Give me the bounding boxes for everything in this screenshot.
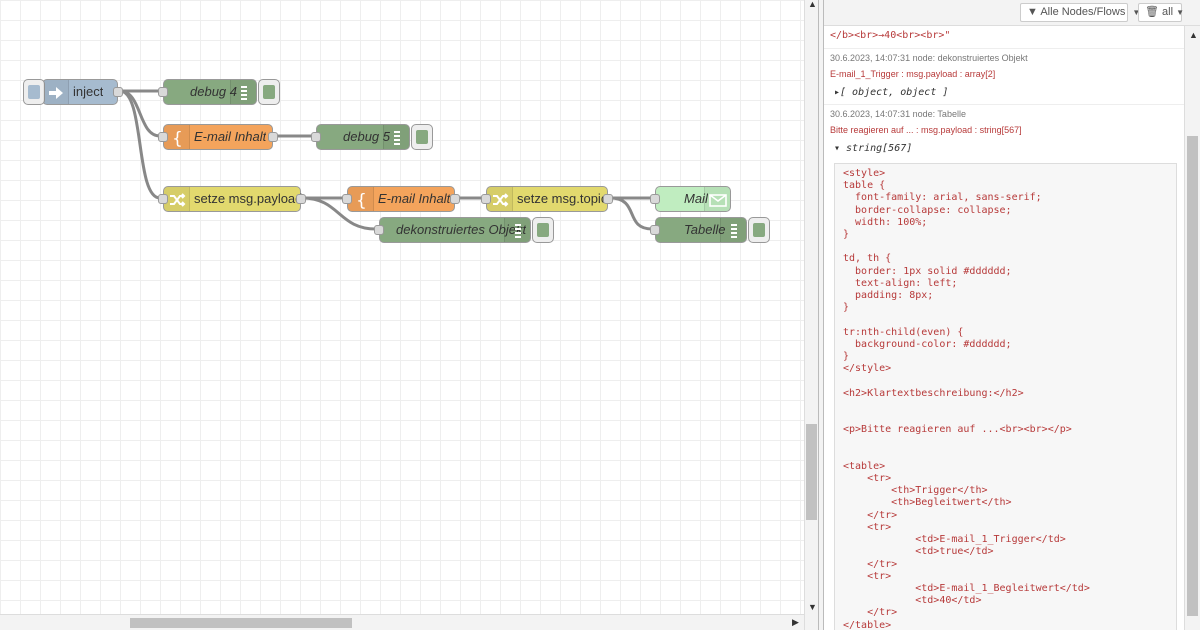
flow-workspace[interactable]: inject debug 4 { E-mail Inhalt debug 5 s… [0,0,804,614]
output-port[interactable] [113,87,123,97]
scroll-up-arrow-icon[interactable]: ▲ [1189,30,1198,40]
input-port[interactable] [158,132,168,142]
output-port[interactable] [268,132,278,142]
chevron-down-icon: ▼ [1176,8,1185,17]
wire[interactable] [119,89,161,138]
output-port[interactable] [296,194,306,204]
node-label: setze msg.topic [517,191,608,206]
input-port[interactable] [342,194,352,204]
message-string-content: <style> table { font-family: arial, sans… [834,163,1177,630]
debug-message: 30.6.2023, 14:07:31 node: dekonstruierte… [824,53,1184,98]
debug-list-icon [720,218,746,242]
debug-node[interactable]: debug 5 [311,124,433,150]
message-value[interactable]: ▾ string[567] [824,143,1184,154]
scroll-down-arrow-icon[interactable]: ▼ [808,602,817,612]
template-node[interactable]: { E-mail Inhalt [342,186,460,212]
debug-toggle-button[interactable] [411,124,433,150]
wire[interactable] [609,196,653,231]
node-label: E-mail Inhalt [378,191,451,206]
svg-text:{: { [356,191,367,209]
template-node[interactable]: { E-mail Inhalt [158,124,278,150]
node-label: E-mail Inhalt [194,129,267,144]
svg-text:{: { [172,129,183,147]
node-label: inject [73,84,104,99]
filter-icon: ▼ [1027,6,1038,18]
debug-toggle-button[interactable] [532,217,554,243]
debug-list-icon [504,218,530,242]
sidebar-vertical-scrollbar[interactable]: ▲ [1184,26,1200,630]
inject-button[interactable] [23,79,45,105]
workspace-horizontal-scrollbar[interactable]: ▶ [0,614,804,630]
clear-messages-button[interactable]: 🗑 all ▼ [1138,3,1185,22]
scrollbar-thumb[interactable] [130,618,352,628]
input-port[interactable] [650,225,660,235]
clear-label: all [1162,6,1174,18]
workspace-vertical-scrollbar[interactable]: ▲ ▼ [804,0,818,630]
message-separator [824,104,1184,105]
debug-toolbar: ▼ Alle Nodes/Flows ▼ 🗑 all ▼ [824,0,1200,26]
message-topic[interactable]: Bitte reagieren auf ... : msg.payload : … [824,125,1184,135]
scroll-right-arrow-icon[interactable]: ▶ [792,617,799,628]
wire[interactable] [119,89,161,200]
inject-node[interactable]: inject [23,79,123,105]
message-meta: 30.6.2023, 14:07:31 node: dekonstruierte… [830,53,1028,63]
debug-toggle-button[interactable] [748,217,770,243]
input-port[interactable] [481,194,491,204]
debug-list-icon [230,80,256,104]
message-value[interactable]: ▸[ object, object ] [824,87,1184,98]
message-topic[interactable]: E-mail_1_Trigger : msg.payload : array[2… [824,69,1184,79]
input-port[interactable] [650,194,660,204]
filter-nodes-button[interactable]: ▼ Alle Nodes/Flows ▼ [1020,3,1140,22]
debug-message: </b><br>→40<br><br>" [824,30,1184,41]
debug-toggle-button[interactable] [258,79,280,105]
envelope-icon [704,187,730,211]
email-node[interactable]: Mail [650,186,731,212]
arrow-in-icon [43,80,69,104]
debug-message: 30.6.2023, 14:07:31 node: Tabelle Bitte … [824,109,1184,154]
debug-messages-list[interactable]: </b><br>→40<br><br>" 30.6.2023, 14:07:31… [824,26,1184,630]
debug-list-icon [383,125,409,149]
filter-label: Alle Nodes/Flows [1040,6,1126,18]
output-port[interactable] [450,194,460,204]
debug-sidebar: ▼ Alle Nodes/Flows ▼ 🗑 all ▼ </b><br>→40… [824,0,1200,630]
output-port[interactable] [603,194,613,204]
scroll-up-arrow-icon[interactable]: ▲ [808,0,817,9]
message-value: </b><br>→40<br><br>" [830,30,951,41]
message-separator [824,48,1184,49]
input-port[interactable] [158,87,168,97]
node-label: setze msg.payload [194,191,303,206]
input-port[interactable] [374,225,384,235]
trash-icon: 🗑 [1145,6,1159,18]
debug-node[interactable]: dekonstruiertes Objekt [374,217,554,243]
debug-node[interactable]: debug 4 [158,79,280,105]
change-node[interactable]: setze msg.topic [481,186,613,212]
debug-node[interactable]: Tabelle [650,217,770,243]
input-port[interactable] [311,132,321,142]
input-port[interactable] [158,194,168,204]
change-node[interactable]: setze msg.payload [158,186,306,212]
message-meta: 30.6.2023, 14:07:31 node: Tabelle [830,109,966,119]
scrollbar-thumb[interactable] [806,424,817,520]
node-red-editor: inject debug 4 { E-mail Inhalt debug 5 s… [0,0,1200,630]
scrollbar-thumb[interactable] [1187,136,1198,616]
